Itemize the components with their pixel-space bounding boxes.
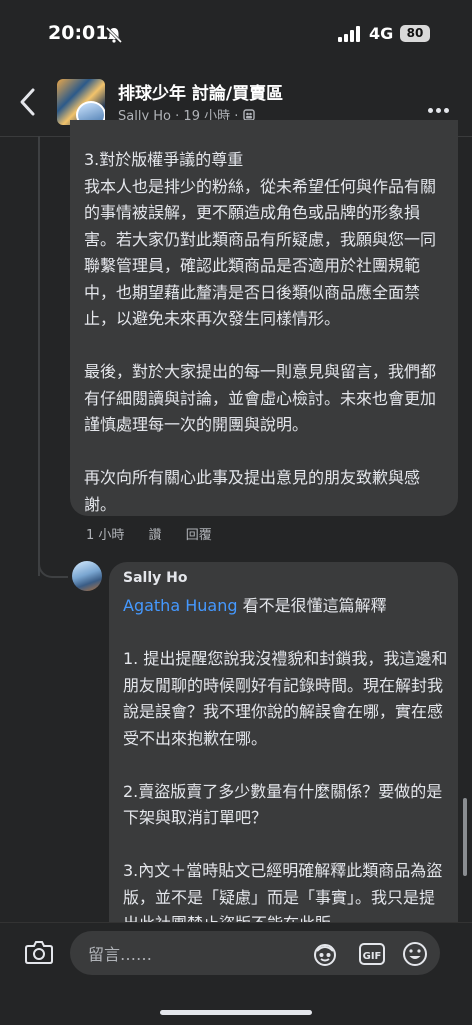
comment-1-paragraph: 3.對於版權爭議的尊重 我本人也是排少的粉絲，從未希望任何與作品有關的事情被誤解… — [84, 150, 437, 328]
scrollbar[interactable] — [463, 798, 467, 876]
battery-indicator: 80 — [400, 25, 430, 42]
mention-link[interactable]: Agatha Huang — [123, 596, 237, 615]
group-name[interactable]: 排球少年 討論/買賣區 — [118, 79, 283, 104]
comment-1-actions: 1 小時 讚 回覆 — [86, 524, 232, 543]
comment-2-author[interactable]: Sally Ho — [123, 570, 187, 586]
avatar[interactable] — [72, 561, 102, 591]
comment-2-intro: Agatha Huang 看不是很懂這篇解釋 — [123, 593, 448, 620]
comment-2-spacer — [123, 620, 448, 647]
comment-2-paragraph: 2.賣盜版賣了多少數量有什麼關係？要做的是下架與取消訂單吧？ — [123, 781, 443, 828]
thread-connector-curve — [38, 556, 68, 578]
like-button[interactable]: 讚 — [149, 528, 162, 543]
comment-1-spacer — [84, 439, 449, 466]
mute-bell-icon — [105, 26, 123, 44]
emoji-icon[interactable] — [402, 941, 428, 967]
gif-icon[interactable]: GIF — [358, 941, 386, 967]
comment-input-box[interactable]: GIF — [70, 931, 440, 975]
reply-button[interactable]: 回覆 — [186, 528, 212, 543]
svg-text:GIF: GIF — [363, 951, 382, 962]
comment-1-time: 1 小時 — [86, 528, 125, 543]
status-bar: 20:01 4G 80 — [0, 0, 472, 68]
comment-2-paragraph: 1. 提出提醒您說我沒禮貌和封鎖我，我這邊和朋友閒聊的時候剛好有記錄時間。現在解… — [123, 649, 448, 748]
back-chevron-icon[interactable] — [14, 84, 44, 120]
comment-1-paragraph: 再次向所有關心此事及提出意見的朋友致歉與感謝。 — [84, 468, 421, 514]
comment-input[interactable] — [86, 941, 290, 967]
comment-bubble-2: Sally Ho Agatha Huang 看不是很懂這篇解釋 1. 提出提醒您… — [109, 562, 458, 942]
comment-2-intro-text: 看不是很懂這篇解釋 — [237, 596, 387, 615]
thread-connector — [38, 136, 40, 576]
comment-1-paragraph: 最後，對於大家提出的每一則意見與留言，我們都有仔細閱讀與討論，並會虛心檢討。未來… — [84, 362, 437, 434]
comment-1-body: 3.對於版權爭議的尊重 我本人也是排少的粉絲，從未希望任何與作品有關的事情被誤解… — [84, 147, 449, 518]
status-time: 20:01 — [48, 22, 109, 44]
comment-2-body: Agatha Huang 看不是很懂這篇解釋 1. 提出提醒您說我沒禮貌和封鎖我… — [123, 593, 448, 938]
network-type: 4G — [369, 24, 394, 43]
comment-2-spacer — [123, 832, 448, 859]
camera-icon[interactable] — [24, 938, 54, 966]
comment-1-spacer — [84, 333, 449, 360]
comment-bubble-1: 3.對於版權爭議的尊重 我本人也是排少的粉絲，從未希望任何與作品有關的事情被誤解… — [70, 120, 458, 516]
comment-2-spacer — [123, 752, 448, 779]
home-indicator — [160, 1010, 312, 1015]
group-avatar[interactable] — [57, 79, 105, 125]
signal-icon — [338, 26, 360, 42]
more-icon[interactable] — [428, 98, 458, 113]
avatar-sticker-icon[interactable] — [312, 941, 338, 967]
